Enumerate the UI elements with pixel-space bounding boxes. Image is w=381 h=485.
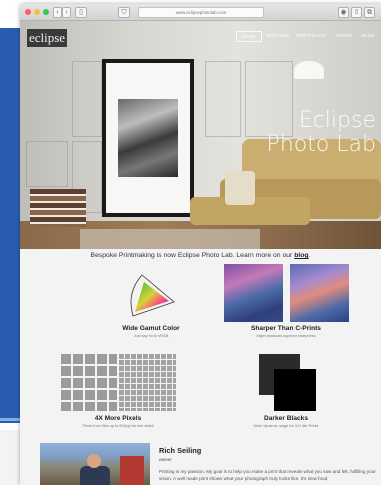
print-sample-image [224, 264, 283, 322]
back-button[interactable]: ‹ [53, 7, 62, 18]
sidebar-icon[interactable]: ▯ [75, 7, 87, 18]
background-window[interactable] [0, 28, 21, 423]
rug [80, 229, 260, 249]
browser-window: ‹ › ▯ ⛉ www.eclipsephotolab.com ◉ ⇧ ⧉ ec… [20, 4, 381, 485]
privacy-shield-icon[interactable]: ⛉ [118, 7, 130, 18]
hero-title-line2: Photo Lab [266, 132, 376, 157]
nav-order[interactable]: ORDER [336, 33, 353, 38]
pixel-grid-fine-icon [119, 354, 176, 411]
hero-title: Eclipse Photo Lab [256, 109, 376, 157]
feature-subtitle: Prints from files up to 600ppi for fine … [82, 424, 154, 428]
announcement-text: Bespoke Printmaking is now Eclipse Photo… [90, 252, 295, 259]
site-logo[interactable]: eclipse [27, 29, 67, 47]
pixel-grid-coarse-icon [61, 354, 117, 411]
address-bar[interactable]: www.eclipsephotolab.com [138, 7, 264, 18]
wall-panel [205, 61, 241, 137]
feature-subtitle: Just say no to sRGB [133, 334, 169, 338]
blanket [225, 171, 255, 205]
owner-photo-detail [120, 456, 144, 485]
owner-role: owner [159, 457, 172, 462]
logo-text: eclipse [28, 30, 66, 45]
background-panel [0, 430, 20, 485]
book-stack [30, 189, 86, 227]
nav-blog[interactable]: BLOG [362, 33, 375, 38]
feature-subtitle: Inkjet produces superior sharpness [256, 334, 316, 338]
minimize-window-button[interactable] [34, 9, 40, 15]
wall-panel [72, 61, 102, 137]
hero-title-line1: Eclipse [298, 108, 376, 133]
tabs-icon[interactable]: ⧉ [364, 7, 375, 18]
owner-figure [80, 466, 110, 485]
nav-home[interactable]: HOME [236, 31, 262, 42]
address-text: www.eclipsephotolab.com [175, 10, 227, 15]
owner-bio-text: Printing is my passion. My goal is to he… [159, 469, 376, 481]
hero-banner: eclipse HOME SERVICES PORTFOLIOS ORDER B… [20, 21, 381, 249]
forward-button[interactable]: › [62, 7, 71, 18]
nav-services[interactable]: SERVICES [266, 33, 290, 38]
shield-icon[interactable]: ◉ [338, 7, 349, 18]
owner-face [87, 454, 101, 468]
feature-title: Darker Blacks [264, 415, 308, 422]
feature-subtitle: More dynamic range for 3-D like Prints [253, 424, 319, 428]
mountain-photograph [118, 99, 178, 177]
black-square-icon [274, 369, 316, 411]
share-icon[interactable]: ⇧ [351, 7, 362, 18]
nav-portfolios[interactable]: PORTFOLIOS [296, 33, 326, 38]
wall-panel [26, 141, 68, 187]
feature-title: 4X More Pixels [94, 415, 142, 422]
zoom-window-button[interactable] [43, 9, 49, 15]
gamut-triangle [135, 282, 169, 312]
announcement-bar: Bespoke Printmaking is now Eclipse Photo… [20, 249, 381, 262]
browser-toolbar: ‹ › ▯ ⛉ www.eclipsephotolab.com ◉ ⇧ ⧉ [20, 4, 381, 21]
blog-link[interactable]: blog [294, 252, 308, 259]
feature-title: Sharper Than C-Prints [251, 325, 321, 332]
close-window-button[interactable] [25, 9, 31, 15]
feature-title: Wide Gamut Color [122, 325, 180, 332]
announcement-suffix: . [308, 252, 311, 259]
owner-name: Rich Seiling [159, 446, 202, 455]
color-gamut-icon [130, 274, 175, 317]
print-sample-image [290, 264, 349, 322]
ceiling-light [294, 61, 324, 79]
